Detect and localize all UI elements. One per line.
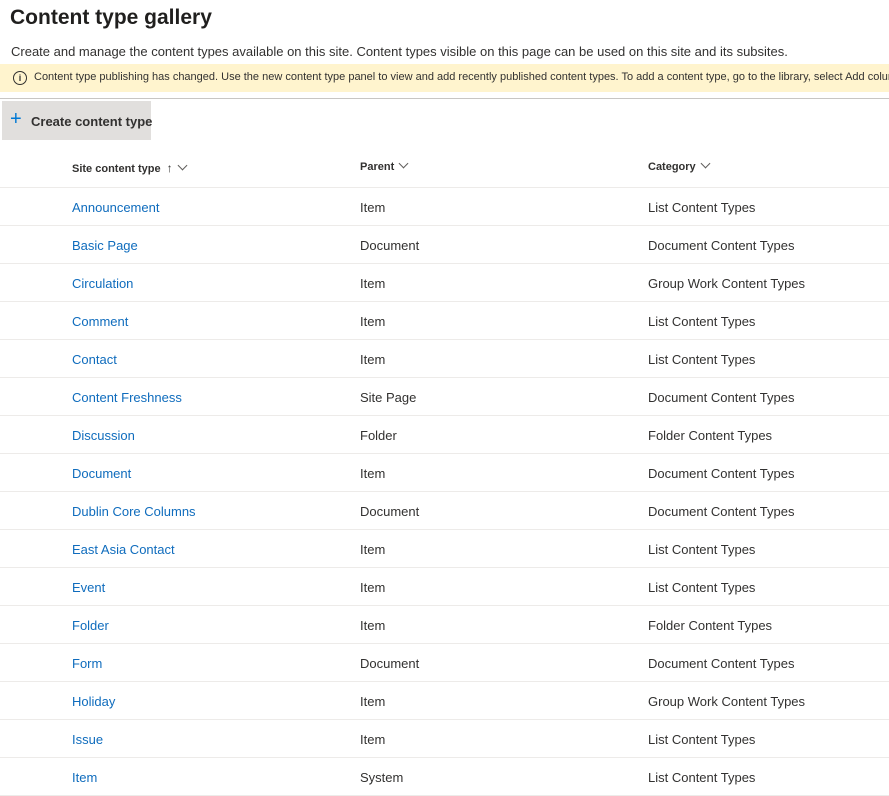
toolbar-divider	[0, 98, 889, 99]
content-type-link[interactable]: Folder	[72, 618, 109, 633]
parent-cell: Item	[360, 732, 386, 747]
content-type-link[interactable]: Discussion	[72, 428, 135, 443]
table-row: Event Item List Content Types	[0, 568, 889, 606]
table-row: Contact Item List Content Types	[0, 340, 889, 378]
content-type-link[interactable]: Comment	[72, 314, 128, 329]
table-row: Form Document Document Content Types	[0, 644, 889, 682]
column-header-label: Parent	[360, 161, 395, 173]
category-cell: List Content Types	[648, 542, 756, 557]
category-cell: Group Work Content Types	[648, 694, 806, 709]
table-row: Holiday Item Group Work Content Types	[0, 682, 889, 720]
create-content-type-button[interactable]: + Create content type	[2, 101, 153, 140]
parent-cell: Document	[360, 656, 420, 671]
table-row: Item System List Content Types	[0, 758, 889, 796]
category-cell: Document Content Types	[648, 238, 795, 253]
category-cell: Document Content Types	[648, 656, 795, 671]
content-type-link[interactable]: East Asia Contact	[72, 542, 175, 557]
table-row: Folder Item Folder Content Types	[0, 606, 889, 644]
table-row: Comment Item List Content Types	[0, 302, 889, 340]
table-header-row: Site content type ↑ Parent Category	[0, 150, 889, 188]
table-row: Announcement Item List Content Types	[0, 188, 889, 226]
content-type-link[interactable]: Announcement	[72, 200, 159, 215]
table-row: Document Item Document Content Types	[0, 454, 889, 492]
column-header-label: Category	[648, 161, 696, 173]
category-cell: Document Content Types	[648, 390, 795, 405]
table-row: Discussion Folder Folder Content Types	[0, 416, 889, 454]
parent-cell: Item	[360, 466, 386, 481]
category-cell: List Content Types	[648, 770, 756, 785]
chevron-down-icon	[398, 158, 409, 169]
info-icon: i	[13, 71, 27, 85]
category-cell: List Content Types	[648, 352, 756, 367]
content-type-link[interactable]: Form	[72, 656, 102, 671]
column-header-label: Site content type	[72, 163, 161, 175]
category-cell: Document Content Types	[648, 504, 795, 519]
content-type-link[interactable]: Content Freshness	[72, 390, 182, 405]
table-row: Basic Page Document Document Content Typ…	[0, 226, 889, 264]
content-type-link[interactable]: Issue	[72, 732, 103, 747]
category-cell: Folder Content Types	[648, 618, 773, 633]
parent-cell: Item	[360, 276, 386, 291]
category-cell: List Content Types	[648, 732, 756, 747]
parent-cell: Folder	[360, 428, 397, 443]
notice-bar: i Content type publishing has changed. U…	[0, 64, 889, 92]
content-type-link[interactable]: Contact	[72, 352, 117, 367]
content-type-link[interactable]: Basic Page	[72, 238, 138, 253]
category-cell: List Content Types	[648, 314, 756, 329]
category-cell: List Content Types	[648, 200, 756, 215]
parent-cell: Document	[360, 504, 420, 519]
parent-cell: Item	[360, 200, 386, 215]
page-title: Content type gallery	[10, 6, 212, 29]
table-row: Content Freshness Site Page Document Con…	[0, 378, 889, 416]
chevron-down-icon	[700, 158, 711, 169]
category-cell: Group Work Content Types	[648, 276, 806, 291]
content-type-list: Announcement Item List Content Types Bas…	[0, 188, 889, 796]
create-content-type-label: Create content type	[31, 114, 153, 129]
category-cell: Folder Content Types	[648, 428, 773, 443]
column-header-parent[interactable]: Parent	[360, 158, 409, 173]
table-row: Dublin Core Columns Document Document Co…	[0, 492, 889, 530]
table-row: Circulation Item Group Work Content Type…	[0, 264, 889, 302]
content-type-link[interactable]: Document	[72, 466, 131, 481]
parent-cell: Item	[360, 580, 386, 595]
category-cell: List Content Types	[648, 580, 756, 595]
parent-cell: Item	[360, 542, 386, 557]
parent-cell: System	[360, 770, 404, 785]
parent-cell: Item	[360, 694, 386, 709]
table-row: Issue Item List Content Types	[0, 720, 889, 758]
table-row: East Asia Contact Item List Content Type…	[0, 530, 889, 568]
content-type-link[interactable]: Holiday	[72, 694, 115, 709]
column-header-category[interactable]: Category	[648, 158, 711, 173]
parent-cell: Item	[360, 352, 386, 367]
arrow-up-icon: ↑	[166, 161, 173, 175]
parent-cell: Item	[360, 618, 386, 633]
content-type-link[interactable]: Event	[72, 580, 105, 595]
chevron-down-icon	[177, 160, 188, 171]
parent-cell: Site Page	[360, 390, 417, 405]
content-type-link[interactable]: Dublin Core Columns	[72, 504, 196, 519]
page-description: Create and manage the content types avai…	[11, 44, 788, 59]
plus-icon: +	[10, 108, 22, 130]
notice-text: Content type publishing has changed. Use…	[34, 71, 889, 83]
parent-cell: Item	[360, 314, 386, 329]
parent-cell: Document	[360, 238, 420, 253]
category-cell: Document Content Types	[648, 466, 795, 481]
content-type-link[interactable]: Item	[72, 770, 97, 785]
content-type-link[interactable]: Circulation	[72, 276, 133, 291]
column-header-site-content-type[interactable]: Site content type ↑	[72, 160, 188, 175]
